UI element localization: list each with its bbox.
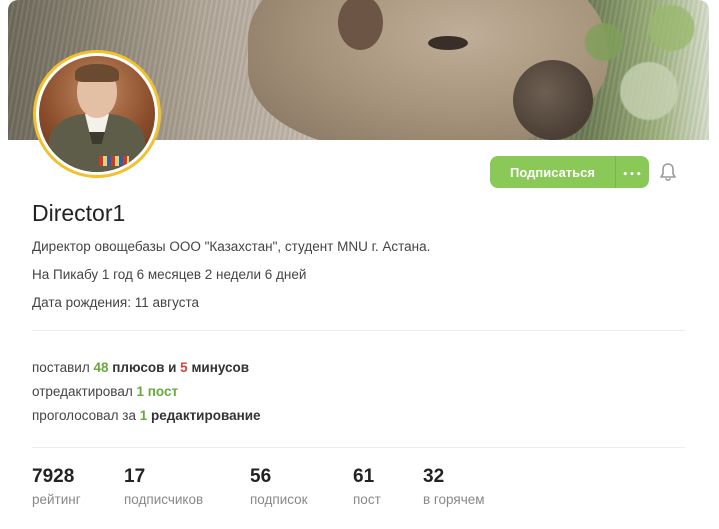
profile-card: Подписаться ••• Director1 Директор овоще… (8, 0, 709, 529)
more-icon: ••• (622, 170, 643, 180)
pluses-count: 48 (93, 360, 109, 375)
stat-rating[interactable]: 7928 рейтинг (32, 466, 81, 507)
bell-icon[interactable] (659, 162, 677, 182)
activity-edit-votes[interactable]: проголосовал за 1 редактирование (32, 408, 261, 423)
more-options-button[interactable]: ••• (615, 156, 649, 188)
profile-actions: Подписаться ••• (489, 156, 649, 188)
subscribe-button[interactable]: Подписаться (489, 156, 615, 188)
activity-votes: поставил 48 плюсов и 5 минусов (32, 360, 250, 375)
profile-username: Director1 (32, 200, 126, 226)
stat-hot[interactable]: 32 в горячем (423, 466, 485, 507)
minuses-count: 5 (180, 360, 188, 375)
divider (32, 330, 685, 331)
profile-membership: На Пикабу 1 год 6 месяцев 2 недели 6 дне… (32, 267, 307, 282)
profile-birthday: Дата рождения: 11 августа (32, 295, 199, 310)
activity-edits[interactable]: отредактировал 1 пост (32, 384, 178, 399)
avatar[interactable] (33, 50, 161, 178)
profile-bio: Директор овощебазы ООО "Казахстан", студ… (32, 239, 431, 254)
divider (32, 447, 685, 448)
stat-followers[interactable]: 17 подписчиков (124, 466, 203, 507)
stat-subscriptions[interactable]: 56 подписок (250, 466, 308, 507)
stat-posts[interactable]: 61 пост (353, 466, 381, 507)
